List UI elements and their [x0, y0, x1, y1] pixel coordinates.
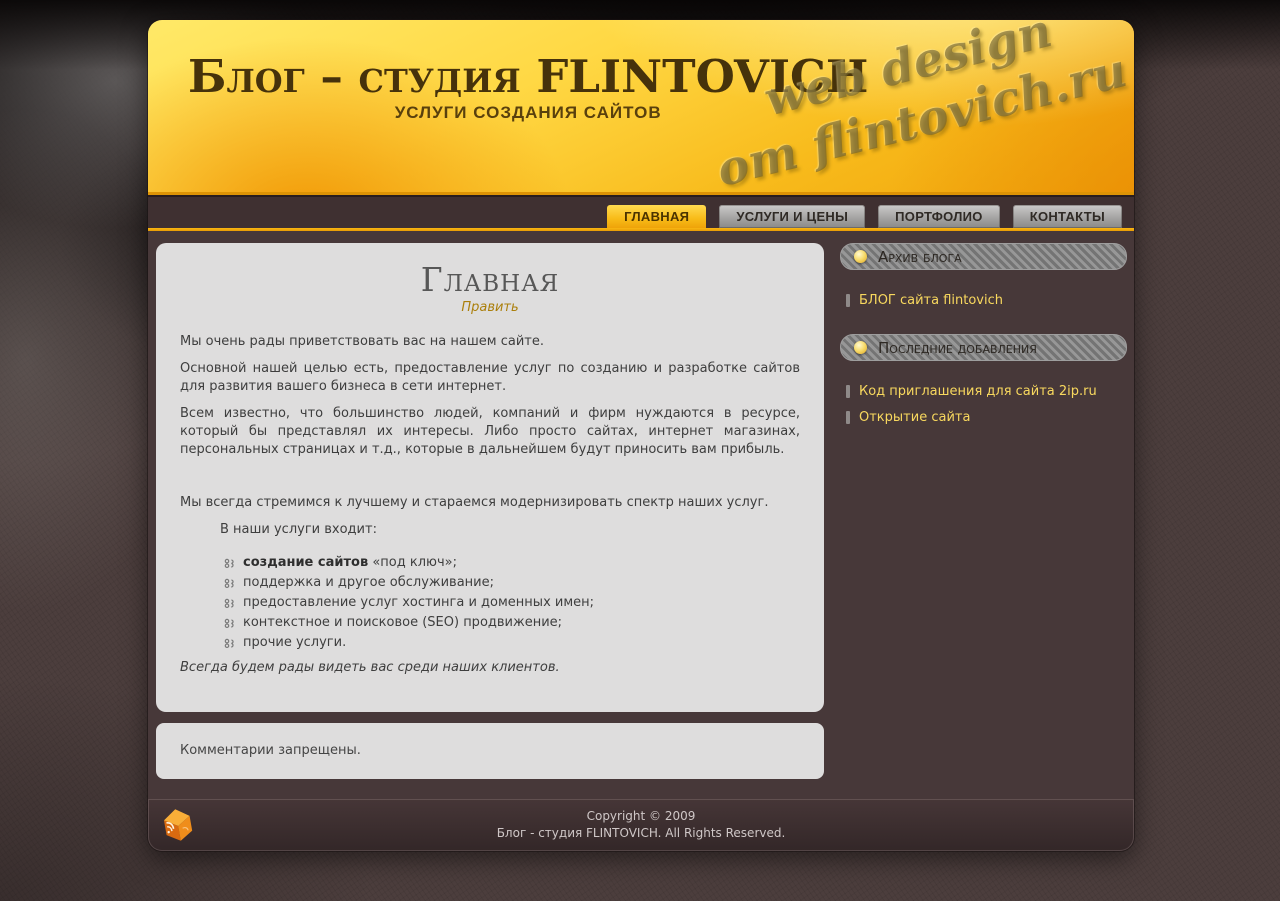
comments-notice: Комментарии запрещены. [180, 743, 361, 758]
copyright-line-2: Блог - студия FLINTOVICH. All Rights Res… [497, 825, 786, 842]
tab-portfolio[interactable]: ПОРТФОЛИО [878, 205, 1000, 228]
list-item: поддержка и другое обслуживание; [224, 576, 800, 590]
sidebar-link-invite-code[interactable]: Код приглашения для сайта 2ip.ru [859, 384, 1097, 399]
sidebar-link-blog[interactable]: БЛОГ сайта flintovich [859, 293, 1003, 308]
main-nav: ГЛАВНАЯ УСЛУГИ И ЦЕНЫ ПОРТФОЛИО КОНТАКТЫ [148, 195, 1134, 228]
closing-note: Всегда будем рады видеть вас среди наших… [180, 659, 800, 677]
edit-row: Править [180, 299, 800, 317]
sidebar-section-title: Архив блога [878, 248, 962, 266]
section-bullet-icon [854, 250, 867, 263]
sidebar-link-row: Открытие сайта [846, 410, 1127, 425]
sidebar-link-row: БЛОГ сайта flintovich [846, 293, 1127, 308]
page-container: Блог – студия FLINTOVICH УСЛУГИ СОЗДАНИЯ… [148, 20, 1134, 851]
tab-services-prices[interactable]: УСЛУГИ И ЦЕНЫ [719, 205, 865, 228]
main-column: Главная Править Мы очень рады приветство… [156, 243, 824, 779]
site-footer: Copyright © 2009 Блог - студия FLINTOVIC… [148, 799, 1134, 851]
list-item-text: контекстное и поисковое (SEO) продвижени… [243, 616, 562, 630]
copyright-line-1: Copyright © 2009 [497, 808, 786, 825]
list-item: предоставление услуг хостинга и доменных… [224, 596, 800, 610]
site-branding: Блог – студия FLINTOVICH УСЛУГИ СОЗДАНИЯ… [188, 53, 868, 123]
site-title: Блог – студия FLINTOVICH [188, 53, 868, 101]
link-marker-icon [846, 385, 850, 398]
comments-box: Комментарии запрещены. [156, 723, 824, 779]
edit-link[interactable]: Править [461, 300, 518, 315]
list-bullet-icon [224, 618, 235, 629]
sidebar-link-row: Код приглашения для сайта 2ip.ru [846, 384, 1127, 399]
sidebar-section-archive[interactable]: Архив блога [840, 243, 1127, 270]
site-subtitle: УСЛУГИ СОЗДАНИЯ САЙТОВ [188, 103, 868, 123]
paragraph: Мы очень рады приветствовать вас на наше… [180, 333, 800, 351]
site-header: Блог – студия FLINTOVICH УСЛУГИ СОЗДАНИЯ… [148, 20, 1134, 195]
paragraph: Мы всегда стремимся к лучшему и стараемс… [180, 494, 800, 512]
tab-contacts[interactable]: КОНТАКТЫ [1013, 205, 1122, 228]
list-item-text: поддержка и другое обслуживание; [243, 576, 494, 590]
list-item: прочие услуги. [224, 636, 800, 650]
list-bullet-icon [224, 638, 235, 649]
page-title: Главная [180, 271, 800, 289]
list-bullet-icon [224, 598, 235, 609]
list-item-text: создание сайтов «под ключ»; [243, 556, 457, 570]
sidebar-section-recent[interactable]: Последние добавления [840, 334, 1127, 361]
list-item-text: предоставление услуг хостинга и доменных… [243, 596, 594, 610]
paragraph: Всем известно, что большинство людей, ко… [180, 405, 800, 459]
list-item-text: прочие услуги. [243, 636, 346, 650]
list-bullet-icon [224, 578, 235, 589]
link-marker-icon [846, 294, 850, 307]
sidebar-link-site-opening[interactable]: Открытие сайта [859, 410, 970, 425]
list-bullet-icon [224, 558, 235, 569]
sidebar-section-title: Последние добавления [878, 339, 1037, 357]
list-item: создание сайтов «под ключ»; [224, 556, 800, 570]
content-area: Главная Править Мы очень рады приветство… [148, 231, 1134, 799]
post-box: Главная Править Мы очень рады приветство… [156, 243, 824, 712]
services-list: создание сайтов «под ключ»; поддержка и … [224, 556, 800, 650]
copyright: Copyright © 2009 Блог - студия FLINTOVIC… [497, 808, 786, 842]
sidebar: Архив блога БЛОГ сайта flintovich Послед… [840, 243, 1127, 779]
tab-home[interactable]: ГЛАВНАЯ [607, 205, 706, 228]
link-marker-icon [846, 411, 850, 424]
list-item: контекстное и поисковое (SEO) продвижени… [224, 616, 800, 630]
logo-cube-icon[interactable] [160, 807, 196, 843]
section-bullet-icon [854, 341, 867, 354]
paragraph: Основной нашей целью есть, предоставлени… [180, 360, 800, 396]
services-intro: В наши услуги входит: [220, 521, 800, 539]
